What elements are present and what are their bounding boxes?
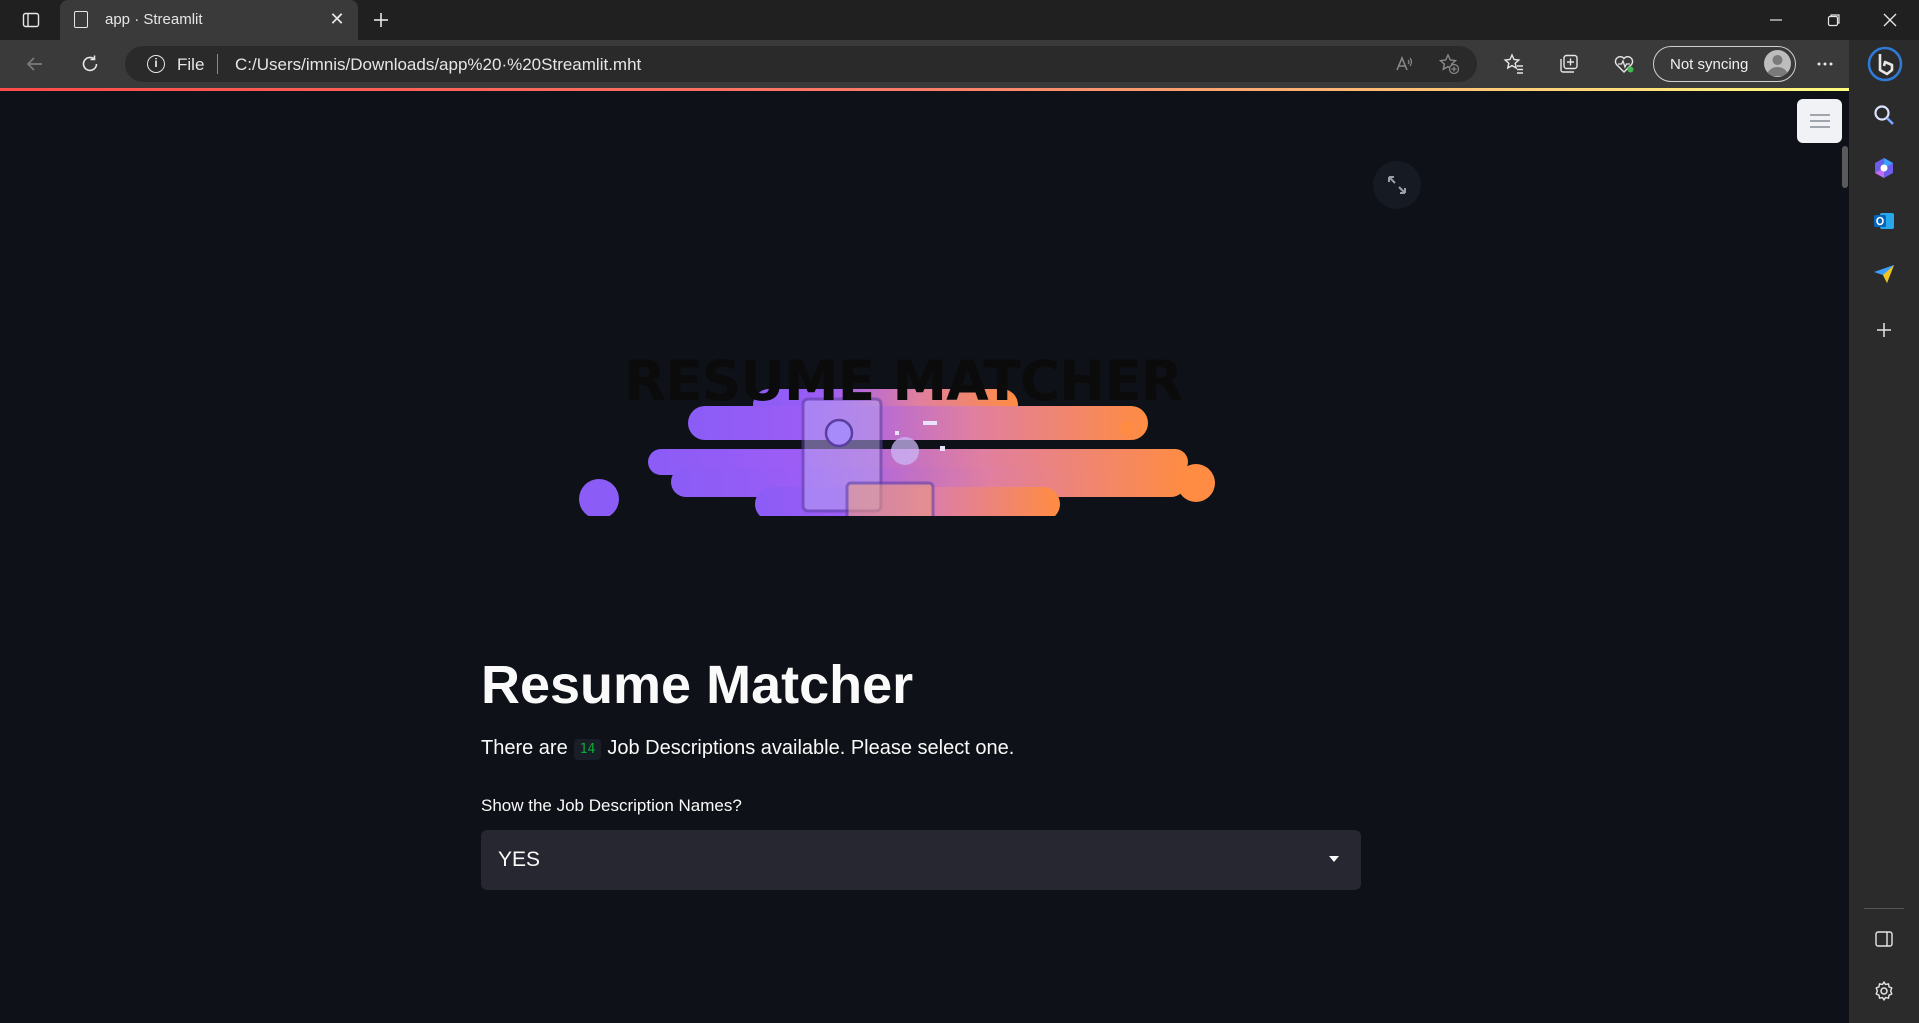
arrow-left-icon <box>26 57 42 71</box>
plus-icon <box>374 13 388 27</box>
profile-sync-button[interactable]: Not syncing <box>1653 46 1796 82</box>
search-icon <box>1874 105 1894 125</box>
favorites-icon <box>1503 53 1523 74</box>
streamlit-app-page: RESUME MATCHER Resume Matcher There are … <box>0 91 1849 1023</box>
sidebar-divider <box>1864 908 1904 909</box>
chevron-down-icon[interactable] <box>1329 856 1339 862</box>
star-add-icon <box>1438 53 1460 75</box>
outlook-button[interactable] <box>1871 208 1897 234</box>
job-count-badge: 14 <box>573 739 602 760</box>
avatar-icon <box>1764 50 1791 77</box>
sidebar-search-button[interactable] <box>1871 102 1897 128</box>
restore-icon <box>1827 14 1840 27</box>
main-menu-button[interactable] <box>1797 99 1842 143</box>
page-title: Resume Matcher <box>481 655 914 715</box>
drop-button[interactable] <box>1871 261 1897 287</box>
info-icon[interactable]: i <box>147 55 165 73</box>
fullscreen-image-button[interactable] <box>1373 161 1421 209</box>
edge-sidebar <box>1849 40 1919 1023</box>
hide-sidebar-button[interactable] <box>1871 926 1897 952</box>
job-count-text: There are 14 Job Descriptions available.… <box>481 737 1014 760</box>
select-value: YES <box>498 848 541 871</box>
refresh-button[interactable] <box>76 50 104 78</box>
expand-icon <box>1388 176 1406 194</box>
add-sidebar-app-button[interactable] <box>1871 317 1897 343</box>
address-url[interactable]: C:/Users/imnis/Downloads/app%20·%20Strea… <box>235 55 641 75</box>
copilot-icon <box>1875 158 1893 178</box>
info-suffix: Job Descriptions available. Please selec… <box>607 737 1015 759</box>
refresh-icon <box>82 55 98 72</box>
add-favorite-button[interactable] <box>1435 50 1463 78</box>
bing-icon <box>1867 46 1903 82</box>
paper-plane-icon <box>1874 265 1894 283</box>
back-button[interactable] <box>21 50 49 78</box>
more-horizontal-icon <box>1817 62 1833 66</box>
title-bar: app · Streamlit ✕ <box>0 0 1919 40</box>
close-icon <box>1883 13 1897 27</box>
sidebar-panel-icon <box>1875 931 1893 947</box>
banner-title: RESUME MATCHER <box>623 349 1184 413</box>
restore-button[interactable] <box>1814 0 1854 40</box>
info-prefix: There are <box>481 737 568 759</box>
tab-app-streamlit[interactable]: app · Streamlit ✕ <box>60 0 358 40</box>
read-aloud-icon <box>1396 56 1413 71</box>
collections-button[interactable] <box>1555 50 1583 78</box>
read-aloud-button[interactable] <box>1390 50 1418 78</box>
copilot-button[interactable] <box>1871 155 1897 181</box>
tab-actions-button[interactable] <box>14 0 48 40</box>
gear-icon <box>1875 981 1893 1001</box>
address-divider <box>217 54 218 74</box>
tab-close-button[interactable]: ✕ <box>326 8 348 30</box>
heart-pulse-icon <box>1614 56 1634 73</box>
menu-icon <box>1809 114 1830 116</box>
job-names-select-label: Show the Job Description Names? <box>481 796 742 815</box>
minimize-button[interactable] <box>1756 0 1796 40</box>
minimize-icon <box>1770 19 1782 21</box>
collections-icon <box>1560 54 1578 73</box>
tab-actions-icon <box>22 12 40 28</box>
job-names-select[interactable]: YES <box>481 830 1361 890</box>
address-scheme: File <box>177 55 205 74</box>
outlook-icon <box>1874 213 1894 229</box>
browser-essentials-button[interactable] <box>1610 50 1638 78</box>
favorites-button[interactable] <box>1500 50 1528 78</box>
tab-title: app · Streamlit <box>105 11 203 28</box>
close-window-button[interactable] <box>1870 0 1910 40</box>
page-scrollbar[interactable] <box>1842 146 1848 188</box>
new-tab-button[interactable] <box>366 0 396 40</box>
bing-chat-button[interactable] <box>1867 46 1903 82</box>
address-bar[interactable]: i File C:/Users/imnis/Downloads/app%20·%… <box>125 46 1477 82</box>
sidebar-settings-button[interactable] <box>1871 978 1897 1004</box>
resume-matcher-banner: RESUME MATCHER <box>575 291 1220 602</box>
plus-icon <box>1877 323 1891 337</box>
toolbar: i File C:/Users/imnis/Downloads/app%20·%… <box>0 40 1869 88</box>
settings-more-button[interactable] <box>1811 50 1839 78</box>
sync-status: Not syncing <box>1670 56 1749 73</box>
page-icon <box>74 11 88 28</box>
